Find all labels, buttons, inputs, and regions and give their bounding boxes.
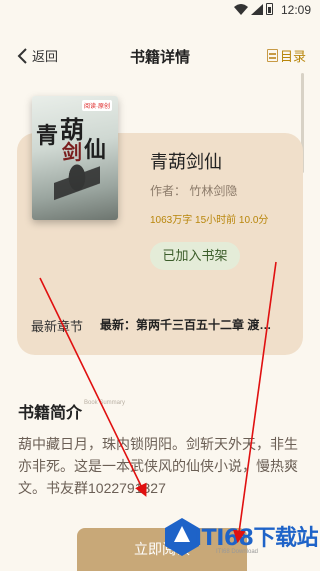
watermark-text: ITI68下载站	[194, 526, 319, 551]
book-author: 作者： 竹林剑隐	[150, 184, 238, 198]
intro-body: 葫中藏日月，珠内锁阴阳。剑斩天外天，非生亦非死。这是一本武侠风的仙侠小说，慢热爽…	[18, 436, 298, 496]
latest-chapter-link[interactable]: 最新：第两千三百五十二章 渡劫...	[100, 316, 278, 333]
book-meta: 1063万字 15小时前 10.0分	[150, 215, 269, 226]
toc-icon	[266, 49, 278, 62]
header: 返回 书籍详情 目录	[0, 38, 320, 74]
status-bar: 12:09	[0, 0, 320, 22]
cover-title-char: 剑	[62, 140, 82, 164]
intro-title: 书籍简介	[18, 405, 83, 422]
cover-title-char: 仙	[84, 137, 107, 163]
wifi-icon	[234, 4, 248, 15]
status-time: 12:09	[280, 3, 311, 17]
intro-subtitle: Book Summary	[84, 400, 126, 406]
battery-icon	[266, 3, 273, 15]
cover-illustration	[54, 162, 100, 214]
book-title: 青葫剑仙	[150, 152, 222, 172]
toc-button[interactable]: 目录	[266, 46, 306, 65]
watermark: ITI68下载站 ITI68 Download	[158, 508, 319, 566]
book-cover[interactable]: 阅读·原创 青 葫 剑 仙	[32, 96, 118, 220]
watermark-subtext: ITI68 Download	[216, 549, 259, 555]
cover-badge: 阅读·原创	[82, 100, 112, 111]
signal-icon	[251, 4, 263, 15]
cover-title-char: 青	[36, 123, 59, 149]
added-to-shelf-button[interactable]: 已加入书架	[150, 242, 240, 270]
latest-chapter-label: 最新章节	[31, 319, 84, 334]
toc-label: 目录	[279, 49, 306, 64]
